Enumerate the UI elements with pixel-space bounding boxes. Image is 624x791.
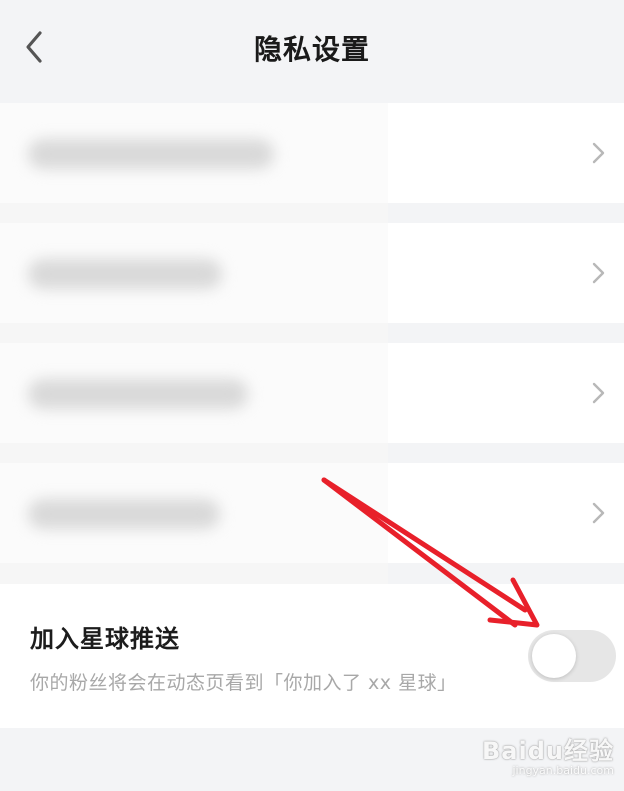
chevron-right-icon [592,382,605,404]
chevron-right-icon [592,262,605,284]
settings-row-1[interactable] [0,103,624,203]
blurred-region [0,343,388,443]
page-title: 隐私设置 [253,33,370,66]
blurred-label [28,499,220,529]
settings-row-4[interactable] [0,463,624,563]
blurred-label [28,139,274,169]
blurred-label [28,379,248,409]
chevron-right-icon [592,502,605,524]
blurred-region [0,103,388,203]
divider [0,443,388,463]
star-push-toggle[interactable] [528,630,616,682]
settings-row-3[interactable] [0,343,624,443]
watermark-brand: Baidu经验 [482,737,614,765]
settings-row-2[interactable] [0,223,624,323]
divider [0,203,388,223]
watermark: Baidu经验 jingyan.baidu.com [482,731,614,777]
divider [0,563,388,584]
blurred-region [0,223,388,323]
chevron-right-icon [592,142,605,164]
toggle-knob [532,634,576,678]
star-push-title: 加入星球推送 [30,625,180,653]
blurred-label [28,259,222,289]
nav-bar: 隐私设置 [0,0,624,96]
star-push-description: 你的粉丝将会在动态页看到「你加入了 xx 星球」 [30,672,457,694]
divider [0,323,388,343]
star-push-setting: 加入星球推送 你的粉丝将会在动态页看到「你加入了 xx 星球」 [0,584,624,728]
blurred-region [0,463,388,563]
